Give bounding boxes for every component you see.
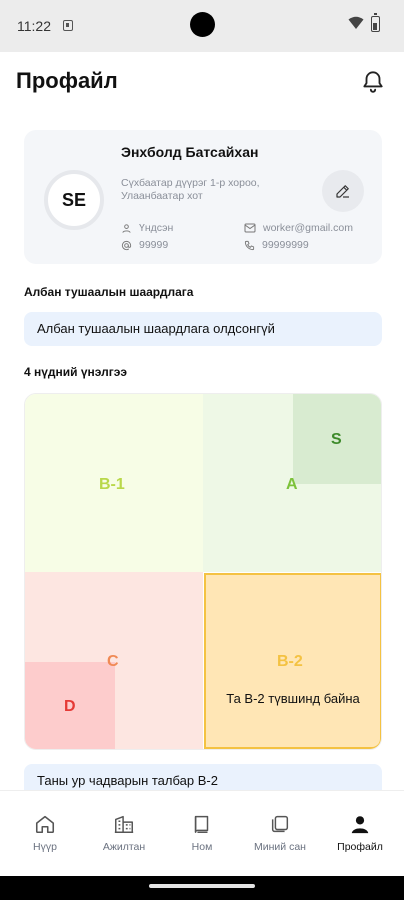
- id-value: 99999: [139, 239, 169, 251]
- phone-icon: [244, 240, 255, 250]
- wallet-icon: [271, 815, 289, 833]
- sim-icon: [63, 20, 73, 31]
- book-icon: [194, 815, 209, 833]
- avatar-initials: SE: [61, 189, 86, 210]
- label-d: D: [64, 698, 76, 715]
- wifi-icon: [348, 16, 364, 29]
- requirements-title: Албан тушаалын шаардлага: [24, 285, 194, 299]
- profile-email: worker@gmail.com: [244, 222, 353, 234]
- nav-my-fund-label: Миний сан: [254, 841, 306, 853]
- assessment-grid: B-1 A S C D B-2 Та B-2 түвшинд байна: [24, 393, 382, 750]
- page-title: Профайл: [16, 68, 118, 93]
- user-icon: [122, 223, 131, 233]
- status-time: 11:22: [17, 18, 51, 34]
- bottom-nav: Нүүр Ажилтан Ном Миний сан Профайл: [0, 790, 404, 876]
- label-b1: B-1: [99, 476, 125, 493]
- profile-address: Сүхбаатар дүүрэг 1-р хороо, Улаанбаатар …: [121, 177, 260, 202]
- email-value: worker@gmail.com: [263, 222, 354, 234]
- nav-employees[interactable]: Ажилтан: [84, 791, 164, 861]
- gesture-area: [0, 876, 404, 900]
- edit-profile-button[interactable]: [322, 170, 364, 212]
- at-icon: [121, 240, 132, 250]
- profile-status: Үндсэн: [121, 222, 173, 234]
- profile-phone: 99999999: [244, 239, 309, 251]
- requirements-empty: Албан тушаалын шаардлага олдсонгүй: [24, 312, 382, 346]
- label-c: C: [107, 653, 119, 670]
- current-level-text: Та B-2 түвшинд байна: [226, 691, 360, 706]
- avatar: SE: [44, 170, 104, 230]
- profile-id: 99999: [121, 239, 168, 251]
- status-value: Үндсэн: [139, 222, 174, 234]
- label-b2: B-2: [277, 653, 303, 670]
- nav-profile[interactable]: Профайл: [320, 791, 400, 861]
- nav-profile-label: Профайл: [337, 841, 383, 853]
- nav-employees-label: Ажилтан: [102, 841, 146, 853]
- bell-icon[interactable]: [360, 68, 386, 94]
- assessment-title: 4 нүдний үнэлгээ: [24, 365, 128, 379]
- profile-card: SE Энхболд Батсайхан Сүхбаатар дүүрэг 1-…: [24, 130, 382, 264]
- status-bar: 11:22: [0, 0, 404, 52]
- profile-name: Энхболд Батсайхан: [121, 144, 259, 160]
- nav-home[interactable]: Нүүр: [5, 791, 85, 861]
- building-icon: [114, 815, 134, 833]
- mail-icon: [244, 223, 256, 233]
- home-icon: [35, 815, 55, 834]
- battery-icon: [371, 13, 380, 32]
- gesture-handle[interactable]: [149, 884, 255, 888]
- nav-books-label: Ном: [191, 841, 213, 853]
- label-a: A: [286, 476, 298, 493]
- camera-cutout: [190, 12, 215, 37]
- person-icon: [351, 816, 369, 834]
- phone-value: 99999999: [262, 239, 309, 251]
- pencil-icon: [336, 185, 349, 198]
- app-header: Профайл: [0, 52, 404, 110]
- nav-home-label: Нүүр: [33, 841, 57, 853]
- nav-my-fund[interactable]: Миний сан: [240, 791, 320, 861]
- nav-books[interactable]: Ном: [162, 791, 242, 861]
- label-s: S: [331, 431, 342, 448]
